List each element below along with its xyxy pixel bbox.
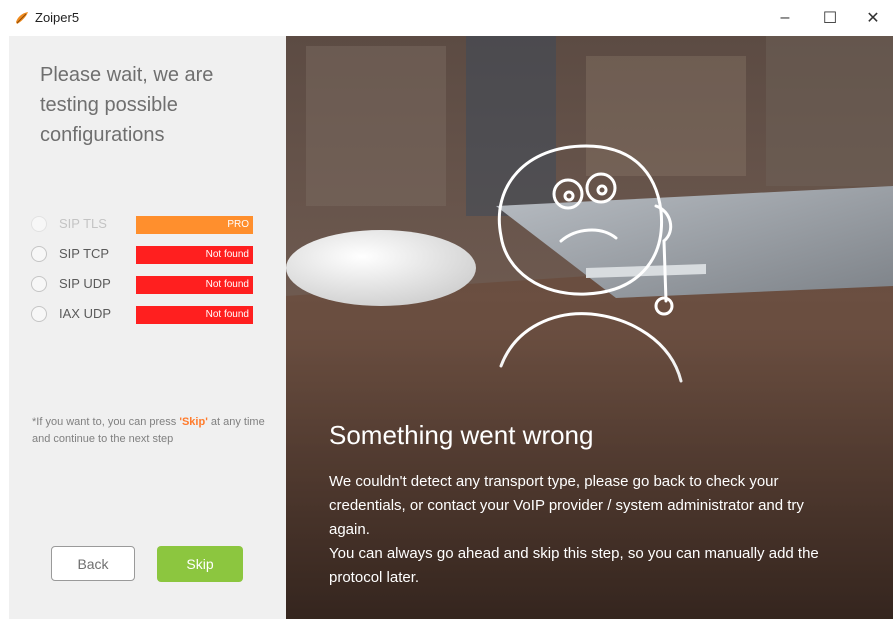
close-button[interactable]: ✕: [858, 4, 888, 32]
back-button[interactable]: Back: [51, 546, 135, 581]
option-sip-udp[interactable]: SIP UDP Not found: [29, 274, 259, 296]
radio-icon[interactable]: [31, 276, 47, 292]
status-badge: Not found: [136, 246, 253, 264]
radio-icon[interactable]: [31, 246, 47, 262]
error-message: We couldn't detect any transport type, p…: [329, 470, 829, 590]
right-panel: Something went wrong We couldn't detect …: [286, 36, 893, 619]
option-sip-tcp[interactable]: SIP TCP Not found: [29, 244, 259, 266]
skip-hint: *If you want to, you can press 'Skip' at…: [32, 414, 267, 448]
hint-prefix: *If you want to, you can press: [32, 416, 180, 428]
option-label: IAX UDP: [59, 306, 112, 321]
left-panel: Please wait, we are testing possible con…: [9, 36, 286, 619]
maximize-button[interactable]: ☐: [815, 4, 845, 32]
minimize-button[interactable]: –: [770, 4, 800, 32]
window-title: Zoiper5: [35, 10, 80, 25]
radio-icon[interactable]: [31, 306, 47, 322]
option-label: SIP TLS: [59, 216, 107, 231]
error-message-line1: We couldn't detect any transport type, p…: [329, 473, 804, 538]
hint-skip-word: 'Skip': [179, 416, 208, 428]
title-bar: Zoiper5 – ☐ ✕: [0, 0, 893, 36]
radio-icon[interactable]: [31, 216, 47, 232]
status-badge: Not found: [136, 306, 253, 324]
error-title: Something went wrong: [329, 420, 594, 450]
option-sip-tls[interactable]: SIP TLS PRO: [29, 214, 259, 236]
error-message-line2: You can always go ahead and skip this st…: [329, 545, 819, 586]
option-iax-udp[interactable]: IAX UDP Not found: [29, 304, 259, 326]
option-label: SIP TCP: [59, 246, 110, 261]
page-heading: Please wait, we are testing possible con…: [40, 64, 214, 146]
zoiper-logo-icon: [16, 12, 28, 24]
status-badge: Not found: [136, 276, 253, 294]
option-label: SIP UDP: [59, 276, 111, 291]
status-badge: PRO: [136, 216, 253, 234]
skip-button[interactable]: Skip: [157, 546, 243, 582]
